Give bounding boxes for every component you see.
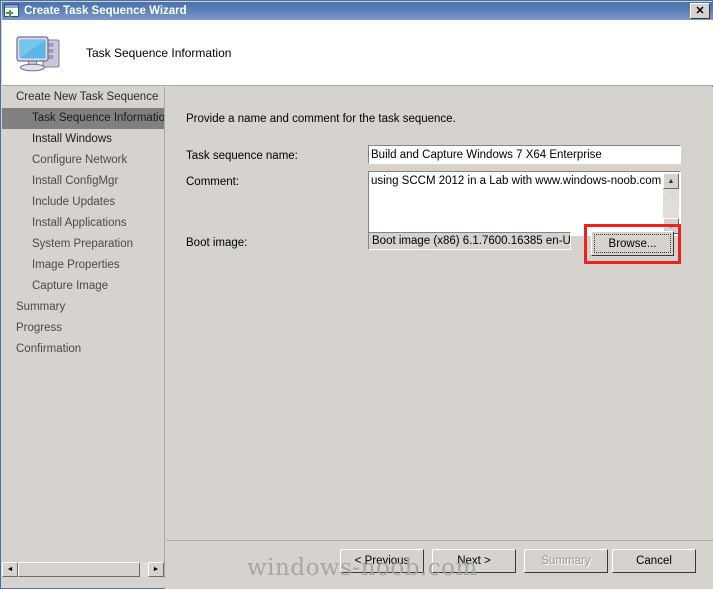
sidebar-item-install-applications[interactable]: Install Applications (2, 213, 164, 234)
window-title: Create Task Sequence Wizard (24, 5, 187, 17)
sidebar-item-install-configmgr[interactable]: Install ConfigMgr (2, 171, 164, 192)
wizard-header: Task Sequence Information (2, 20, 713, 86)
boot-image-value: Boot image (x86) 6.1.7600.16385 en-US (368, 232, 571, 250)
scrollbar-track[interactable] (18, 562, 148, 577)
scroll-left-icon[interactable]: ◄ (2, 562, 18, 577)
scroll-right-icon[interactable]: ► (148, 562, 164, 577)
comment-label: Comment: (186, 176, 240, 188)
sidebar-item-include-updates[interactable]: Include Updates (2, 192, 164, 213)
close-icon[interactable]: ✕ (690, 3, 710, 19)
next-button[interactable]: Next > (432, 549, 516, 573)
sidebar-item-configure-network[interactable]: Configure Network (2, 150, 164, 171)
summary-button: Summary (524, 549, 608, 573)
new-window-icon (4, 4, 20, 18)
browse-button[interactable]: Browse... (591, 231, 674, 256)
instruction-text: Provide a name and comment for the task … (186, 113, 456, 125)
boot-image-label: Boot image: (186, 237, 248, 249)
focus-ring (594, 234, 671, 253)
wizard-step-list: Create New Task Sequence Task Sequence I… (2, 87, 165, 561)
sidebar-item-summary[interactable]: Summary (2, 297, 164, 318)
title-bar: Create Task Sequence Wizard ✕ (2, 2, 713, 20)
create-task-sequence-wizard-window: Create Task Sequence Wizard ✕ Task Seque… (0, 0, 713, 589)
sidebar-item-install-windows[interactable]: Install Windows (2, 129, 164, 150)
sidebar-item-system-preparation[interactable]: System Preparation (2, 234, 164, 255)
sidebar-item-create-new-task-sequence[interactable]: Create New Task Sequence (2, 87, 164, 108)
dialog-button-bar: < Previous Next > Summary Cancel (166, 540, 713, 589)
page-title: Task Sequence Information (86, 45, 232, 60)
computer-monitor-icon (14, 31, 66, 75)
sidebar-horizontal-scrollbar[interactable]: ◄ ► (2, 561, 165, 578)
sidebar-item-task-sequence-information[interactable]: Task Sequence Informatio (2, 108, 164, 129)
main-content-panel: Provide a name and comment for the task … (166, 87, 713, 540)
task-sequence-name-label: Task sequence name: (186, 150, 298, 162)
comment-text-value: using SCCM 2012 in a Lab with www.window… (371, 175, 662, 187)
scroll-up-icon[interactable]: ▲ (663, 173, 679, 189)
sidebar-item-capture-image[interactable]: Capture Image (2, 276, 164, 297)
sidebar-item-confirmation[interactable]: Confirmation (2, 339, 164, 360)
sidebar-item-progress[interactable]: Progress (2, 318, 164, 339)
task-sequence-name-input[interactable] (368, 145, 681, 164)
sidebar-item-image-properties[interactable]: Image Properties (2, 255, 164, 276)
previous-button[interactable]: < Previous (340, 549, 424, 573)
cancel-button[interactable]: Cancel (612, 549, 696, 573)
scrollbar-thumb[interactable] (18, 562, 140, 577)
